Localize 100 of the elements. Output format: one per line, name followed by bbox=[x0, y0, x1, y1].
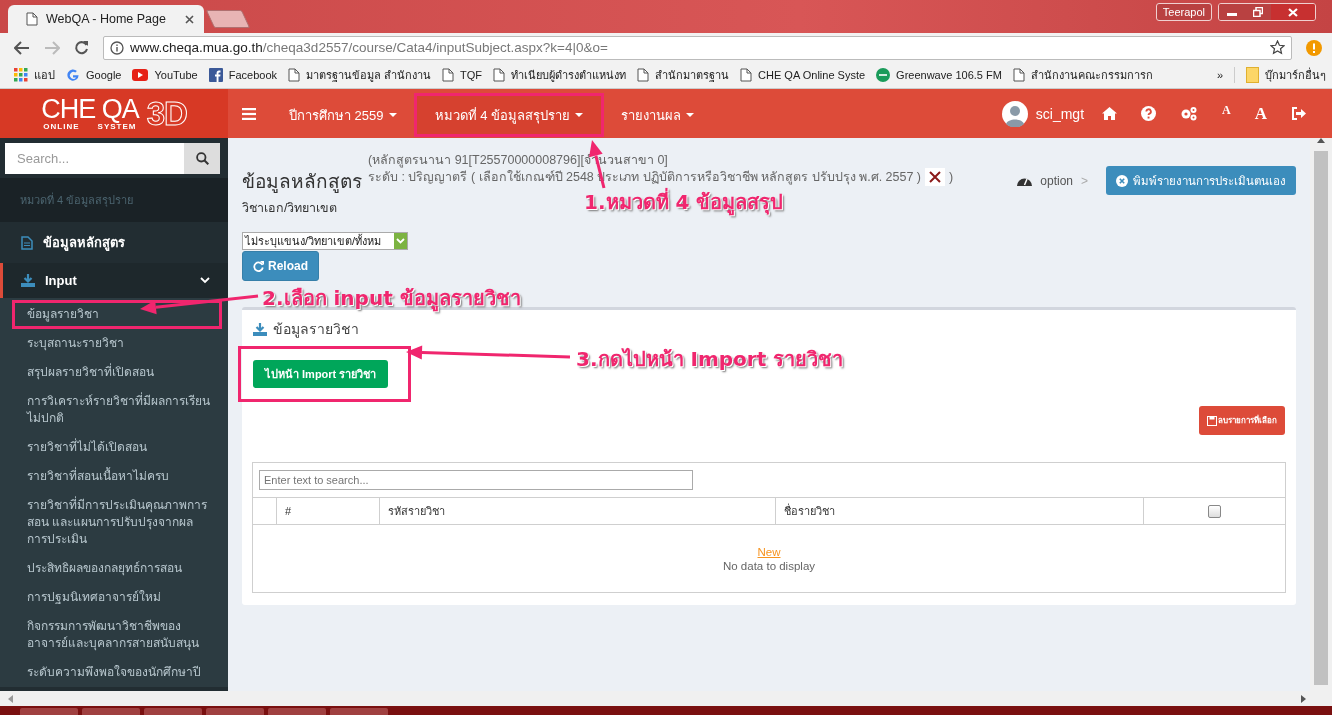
font-size-button[interactable]: A bbox=[1254, 103, 1267, 124]
panel-title: ข้อมูลรายวิชา bbox=[273, 320, 359, 340]
scroll-right-icon bbox=[1301, 694, 1306, 703]
delete-selected-button[interactable]: ลบรายการที่เลือก bbox=[1199, 406, 1285, 435]
bookmark[interactable]: Google bbox=[66, 68, 122, 82]
sidebar-subitem[interactable]: การวิเคราะห์รายวิชาที่มีผลการเรียนไม่ปกติ bbox=[12, 387, 222, 433]
window-controls[interactable] bbox=[1218, 3, 1316, 21]
column-header: รหัสรายวิชา bbox=[380, 498, 776, 524]
more-bookmarks-button[interactable]: » bbox=[1216, 69, 1223, 81]
annotation-label: 1.หมวดที่ 4 ข้อมูลสรุป bbox=[584, 187, 784, 218]
sidebar-item[interactable]: ข้อมูลหลักสูตร bbox=[0, 222, 228, 263]
restore-button[interactable] bbox=[1245, 4, 1271, 20]
menu-icon[interactable] bbox=[242, 107, 256, 120]
reload-button[interactable]: Reload bbox=[242, 251, 319, 281]
minimize-button[interactable] bbox=[1219, 4, 1245, 20]
reload-icon[interactable] bbox=[74, 40, 89, 55]
new-tab-button[interactable] bbox=[205, 10, 251, 28]
bookmark[interactable]: YouTube bbox=[132, 69, 198, 81]
bookmark[interactable]: Greenwave 106.5 FM bbox=[876, 68, 1002, 82]
page-icon bbox=[740, 68, 753, 82]
play-icon bbox=[132, 69, 149, 81]
bookmark[interactable]: สำนักงานคณะกรรมการก bbox=[1012, 66, 1153, 84]
browser-tab[interactable]: WebQA - Home Page bbox=[8, 5, 204, 33]
sidebar-subitem[interactable]: กิจกรรมการพัฒนาวิชาชีพของอาจารย์และบุคลากรสายสนับสนุน bbox=[12, 612, 222, 658]
sidebar-subitem[interactable]: ข้อมูลรายวิชา bbox=[12, 300, 222, 329]
refresh-icon bbox=[253, 260, 264, 272]
close-button[interactable] bbox=[1271, 4, 1315, 20]
sidebar-subitem[interactable]: การปฐมนิเทศอาจารย์ใหม่ bbox=[12, 583, 222, 612]
bookmark[interactable]: มาตรฐานข้อมูล สำนักงาน bbox=[288, 66, 432, 84]
sidebar-subitem[interactable]: รายวิชาที่สอนเนื้อหาไม่ครบ bbox=[12, 462, 222, 491]
help-icon[interactable] bbox=[1141, 106, 1157, 121]
bookmark[interactable]: TQF bbox=[442, 68, 483, 82]
bookmark[interactable]: Facebook bbox=[208, 68, 278, 82]
page-icon bbox=[288, 68, 301, 82]
annotation-label: 3.กดไปหน้า Import รายวิชา bbox=[576, 346, 844, 373]
search-button[interactable] bbox=[184, 143, 220, 174]
print-report-button[interactable]: พิมพ์รายงานการประเมินตนเอง bbox=[1106, 166, 1296, 195]
download-icon bbox=[21, 274, 35, 287]
restore-icon bbox=[1253, 7, 1263, 17]
annotation-label: 2.เลือก input ข้อมูลรายวิชา bbox=[262, 285, 521, 314]
horizontal-scrollbar[interactable] bbox=[0, 691, 1332, 706]
empty-message: No data to display bbox=[722, 559, 816, 572]
chevron-down-icon[interactable] bbox=[200, 277, 210, 284]
address-field[interactable]: www.cheqa.mua.go.th/cheqa3d2557/course/Cata4/inputSubject.aspx?k=4|0&o= bbox=[103, 35, 1292, 60]
url-host: www.cheqa.mua.go.th bbox=[130, 40, 263, 55]
tab-title: WebQA - Home Page bbox=[46, 12, 167, 26]
back-arrow-icon[interactable] bbox=[14, 40, 30, 55]
home-icon[interactable] bbox=[1102, 107, 1118, 120]
page-icon bbox=[493, 68, 506, 82]
search-icon bbox=[195, 152, 209, 165]
option-link[interactable]: option bbox=[1040, 173, 1073, 188]
user-badge[interactable]: Teerapol bbox=[1155, 3, 1212, 21]
alert-icon[interactable] bbox=[1306, 39, 1322, 56]
close-icon[interactable] bbox=[185, 14, 194, 24]
star-icon[interactable] bbox=[1270, 40, 1285, 55]
sidebar-subitem[interactable]: สรุปผลรายวิชาที่เปิดสอน bbox=[12, 358, 222, 387]
page-icon bbox=[442, 68, 455, 82]
bookmark[interactable]: CHE QA Online Syste bbox=[740, 68, 866, 82]
nav-menu[interactable]: รายงานผล bbox=[604, 93, 711, 137]
save-icon bbox=[1207, 415, 1217, 426]
bookmark[interactable]: แอป bbox=[14, 66, 55, 84]
scroll-left-icon bbox=[8, 694, 13, 703]
sidebar-subitem[interactable]: รายวิชาที่มีการประเมินคุณภาพการสอน และแผนการปรับปรุงจากผลการประเมิน bbox=[12, 491, 222, 554]
nav-menu[interactable]: ปีการศึกษา 2559 bbox=[272, 93, 414, 137]
bookmark-folder[interactable]: บุ๊กมาร์กอื่นๆ bbox=[1246, 66, 1326, 84]
page-icon bbox=[26, 12, 38, 26]
sidebar-subitem[interactable]: ระดับความพึงพอใจของนักศึกษาปี bbox=[12, 658, 222, 687]
download-icon bbox=[253, 322, 267, 336]
sidebar-subitem[interactable]: ระบุสถานะรายวิชา bbox=[12, 329, 222, 358]
url-path: /cheqa3d2557/course/Cata4/inputSubject.aspx?k=4|0&o= bbox=[262, 40, 608, 55]
page-icon bbox=[637, 68, 650, 82]
sign-out-icon[interactable] bbox=[1291, 107, 1306, 120]
select-all-checkbox[interactable] bbox=[1208, 504, 1221, 518]
remove-button[interactable] bbox=[925, 168, 946, 186]
google-g-icon bbox=[66, 68, 80, 82]
font-size-button[interactable]: A bbox=[1222, 103, 1231, 118]
page-title: ข้อมูลหลักสูตร bbox=[242, 170, 362, 195]
apps-grid-icon[interactable] bbox=[14, 68, 28, 82]
user-menu[interactable]: sci_mgt bbox=[1001, 100, 1085, 127]
info-icon bbox=[110, 40, 124, 55]
avatar-icon bbox=[1001, 100, 1028, 127]
chevron-down-icon bbox=[396, 238, 405, 244]
folder-icon bbox=[1246, 67, 1259, 83]
bookmark[interactable]: สำนักมาตรฐาน bbox=[637, 66, 730, 84]
close-icon bbox=[929, 171, 942, 183]
sidebar-group[interactable]: Input bbox=[0, 263, 228, 298]
sidebar-subitem[interactable]: รายวิชาที่ไม่ได้เปิดสอน bbox=[12, 433, 222, 462]
closing-parenthesis: ) bbox=[949, 169, 954, 185]
breadcrumb-separator: > bbox=[1081, 173, 1088, 188]
page-icon bbox=[1012, 68, 1025, 82]
scrollbar[interactable] bbox=[1310, 138, 1332, 691]
campus-select[interactable]: ไม่ระบุแขนง/วิทยาเขต/ทั้งหม bbox=[242, 232, 408, 250]
nav-menu[interactable]: หมวดที่ 4 ข้อมูลสรุปราย bbox=[413, 93, 604, 137]
close-circle-icon bbox=[1116, 174, 1128, 187]
settings-icon[interactable] bbox=[1180, 106, 1199, 121]
bookmark[interactable]: ทำเนียบผู้ดำรงตำแหน่งท bbox=[493, 66, 627, 84]
sidebar-section-label: หมวดที่ 4 ข้อมูลสรุปราย bbox=[0, 178, 228, 222]
facebook-f-icon bbox=[208, 68, 223, 82]
grid-search-field[interactable]: Enter text to search... bbox=[259, 470, 693, 490]
sidebar-subitem[interactable]: ประสิทธิผลของกลยุทธ์การสอน bbox=[12, 554, 222, 583]
